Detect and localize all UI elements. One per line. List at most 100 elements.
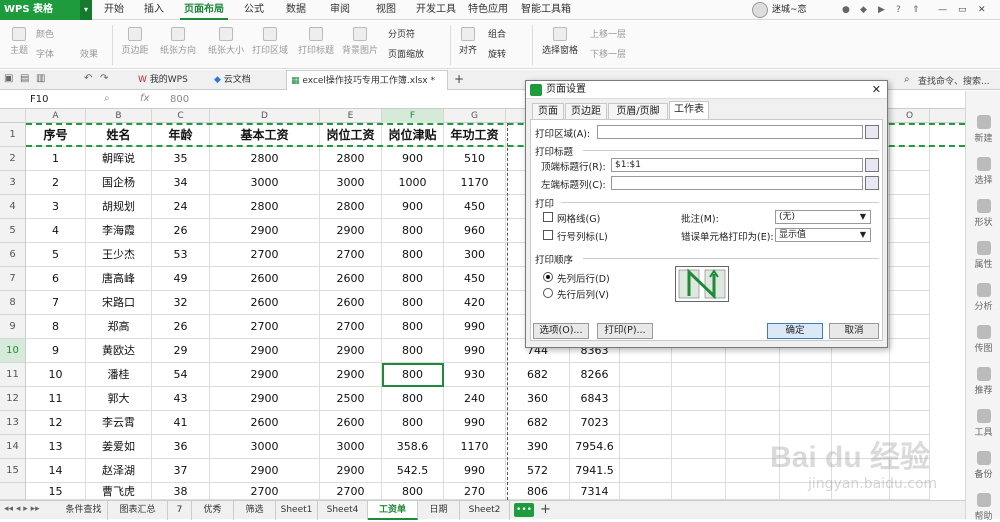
table-cell[interactable]	[890, 123, 930, 147]
cloud-icon[interactable]: ●	[842, 0, 850, 20]
table-cell[interactable]: 郑高	[86, 315, 152, 339]
side-panel-item[interactable]: 新建	[966, 115, 1000, 144]
table-cell[interactable]: 2800	[320, 195, 382, 219]
table-cell[interactable]	[890, 219, 930, 243]
table-cell[interactable]: 2500	[320, 387, 382, 411]
table-cell[interactable]: 36	[152, 435, 210, 459]
table-cell[interactable]: 43	[152, 387, 210, 411]
errors-select[interactable]: 显示值 ▼	[775, 228, 871, 242]
table-cell[interactable]: 2	[26, 171, 86, 195]
row-header[interactable]: 1	[0, 123, 26, 147]
table-cell[interactable]	[890, 195, 930, 219]
table-cell[interactable]: 800	[382, 483, 444, 500]
table-cell[interactable]: 53	[152, 243, 210, 267]
row-header[interactable]: 9	[0, 315, 26, 339]
side-panel-item[interactable]: 备份	[966, 451, 1000, 480]
table-cell[interactable]: 1	[26, 147, 86, 171]
sheet-tab[interactable]: Sheet2	[460, 501, 510, 520]
range-picker-icon[interactable]	[865, 158, 879, 172]
command-search[interactable]: 查找命令、搜索...	[918, 74, 990, 87]
tab-view[interactable]: 视图	[368, 0, 404, 20]
table-cell[interactable]: 8266	[570, 363, 620, 387]
table-cell[interactable]: 10	[26, 363, 86, 387]
row-header[interactable]: 12	[0, 387, 26, 411]
table-cell[interactable]: 2900	[210, 339, 320, 363]
table-cell[interactable]: 胡规划	[86, 195, 152, 219]
column-header[interactable]: O	[890, 109, 930, 123]
sheet-tab[interactable]: 条件查找	[60, 501, 108, 520]
share-icon[interactable]: ◆	[860, 0, 867, 20]
table-cell[interactable]: 800	[382, 339, 444, 363]
table-cell[interactable]	[832, 387, 890, 411]
table-cell[interactable]: 54	[152, 363, 210, 387]
group-button[interactable]: 组合	[488, 27, 520, 40]
table-cell[interactable]: 李海霞	[86, 219, 152, 243]
side-panel-item[interactable]: 帮助	[966, 493, 1000, 522]
close-icon[interactable]: ✕	[872, 81, 881, 99]
table-cell[interactable]: 6843	[570, 387, 620, 411]
save-icon[interactable]: ▤	[20, 73, 29, 84]
table-cell[interactable]	[672, 435, 726, 459]
table-cell[interactable]: 32	[152, 291, 210, 315]
table-cell[interactable]: 5	[26, 243, 86, 267]
sheet-tab[interactable]: 7	[168, 501, 192, 520]
table-cell[interactable]: 800	[382, 411, 444, 435]
table-cell[interactable]: 800	[382, 219, 444, 243]
table-cell[interactable]: 2600	[210, 267, 320, 291]
table-cell[interactable]	[890, 387, 930, 411]
side-panel-item[interactable]: 分析	[966, 283, 1000, 312]
down-then-over-radio[interactable]	[543, 272, 553, 282]
table-cell[interactable]	[620, 483, 672, 500]
table-cell[interactable]: 曹飞虎	[86, 483, 152, 500]
row-header[interactable]: 2	[0, 147, 26, 171]
table-cell[interactable]: 2900	[320, 219, 382, 243]
chevron-down-icon[interactable]: ▾	[80, 0, 92, 20]
table-cell[interactable]: 450	[444, 267, 506, 291]
table-cell[interactable]: 赵泽湖	[86, 459, 152, 483]
table-cell[interactable]: 800	[382, 363, 444, 387]
range-picker-icon[interactable]	[865, 176, 879, 190]
table-cell[interactable]	[890, 363, 930, 387]
sheet-tab[interactable]: 筛选	[234, 501, 276, 520]
minimize-icon[interactable]: —	[938, 0, 947, 20]
table-header-cell[interactable]: 年功工资	[444, 123, 506, 147]
row-header[interactable]: 11	[0, 363, 26, 387]
print-icon[interactable]: ▥	[36, 73, 45, 84]
tab-data[interactable]: 数据	[278, 0, 314, 20]
table-cell[interactable]: 7954.6	[570, 435, 620, 459]
tab-special[interactable]: 特色应用	[464, 0, 512, 20]
table-cell[interactable]	[832, 363, 890, 387]
bring-forward-button[interactable]: 上移一层	[590, 27, 640, 40]
left-cols-input[interactable]	[611, 176, 863, 190]
table-cell[interactable]	[890, 267, 930, 291]
table-cell[interactable]: 806	[506, 483, 570, 500]
table-cell[interactable]: 15	[26, 483, 86, 500]
align-button[interactable]: 对齐	[456, 27, 480, 56]
table-cell[interactable]: 2900	[210, 363, 320, 387]
table-cell[interactable]: 2900	[320, 363, 382, 387]
selection-pane-button[interactable]: 选择窗格	[538, 27, 582, 56]
theme-button[interactable]: 主题	[6, 27, 32, 56]
table-cell[interactable]: 2600	[320, 291, 382, 315]
table-header-cell[interactable]: 岗位工资	[320, 123, 382, 147]
table-cell[interactable]: 2700	[320, 315, 382, 339]
restore-icon[interactable]: ▭	[958, 0, 967, 20]
table-cell[interactable]: 960	[444, 219, 506, 243]
table-cell[interactable]: 7941.5	[570, 459, 620, 483]
table-cell[interactable]: 2900	[320, 459, 382, 483]
gridlines-checkbox[interactable]	[543, 212, 553, 222]
tab-sheet[interactable]: 工作表	[669, 101, 709, 120]
comments-select[interactable]: (无) ▼	[775, 210, 871, 224]
effects-button[interactable]: 效果	[80, 47, 110, 60]
tab-start[interactable]: 开始	[96, 0, 132, 20]
sheet-tab[interactable]: Sheet1	[276, 501, 318, 520]
range-picker-icon[interactable]	[865, 125, 879, 139]
tab-insert[interactable]: 插入	[136, 0, 172, 20]
table-cell[interactable]: 2900	[210, 387, 320, 411]
doc-tab-workbook[interactable]: ▦ excel操作技巧专用工作簿.xlsx *	[286, 70, 448, 90]
table-cell[interactable]: 7314	[570, 483, 620, 500]
table-cell[interactable]: 黄欧达	[86, 339, 152, 363]
app-logo[interactable]: WPS 表格	[0, 0, 80, 20]
rotate-button[interactable]: 旋转	[488, 47, 520, 60]
table-cell[interactable]: 9	[26, 339, 86, 363]
